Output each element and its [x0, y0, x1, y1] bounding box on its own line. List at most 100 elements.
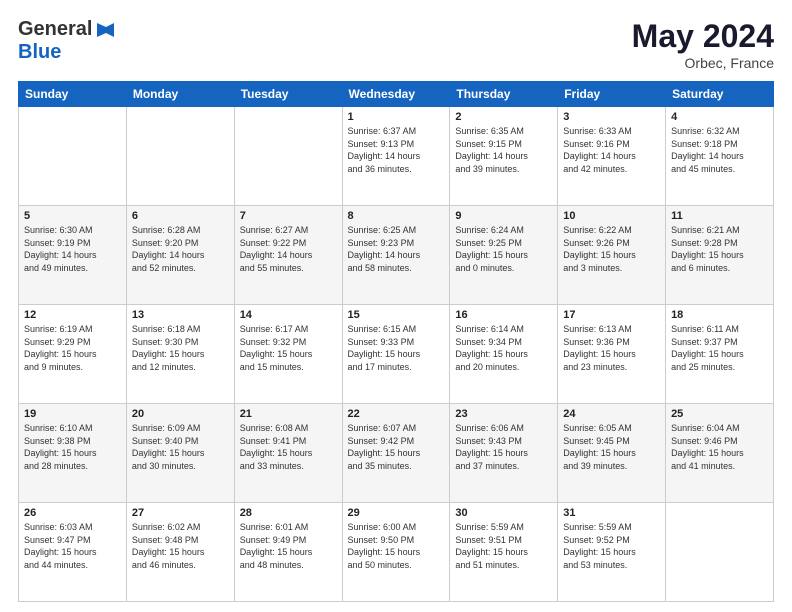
day-number: 26 — [24, 507, 121, 519]
day-number: 10 — [563, 210, 660, 222]
day-detail: Sunrise: 6:33 AM Sunset: 9:16 PM Dayligh… — [563, 125, 660, 175]
title-block: May 2024 Orbec, France — [632, 18, 774, 71]
day-number: 17 — [563, 309, 660, 321]
day-number: 6 — [132, 210, 229, 222]
day-detail: Sunrise: 6:05 AM Sunset: 9:45 PM Dayligh… — [563, 422, 660, 472]
logo: General Blue — [18, 18, 116, 64]
day-detail: Sunrise: 6:28 AM Sunset: 9:20 PM Dayligh… — [132, 224, 229, 274]
day-number: 3 — [563, 111, 660, 123]
day-detail: Sunrise: 6:35 AM Sunset: 9:15 PM Dayligh… — [455, 125, 552, 175]
day-number: 4 — [671, 111, 768, 123]
calendar-cell: 22 Sunrise: 6:07 AM Sunset: 9:42 PM Dayli… — [342, 404, 450, 503]
calendar-cell: 20Sunrise: 6:09 AM Sunset: 9:40 PM Dayli… — [126, 404, 234, 503]
calendar-cell: 14Sunrise: 6:17 AM Sunset: 9:32 PM Dayli… — [234, 305, 342, 404]
day-number: 7 — [240, 210, 337, 222]
col-monday: Monday — [126, 82, 234, 107]
day-number: 12 — [24, 309, 121, 321]
day-detail: Sunrise: 6:10 AM Sunset: 9:38 PM Dayligh… — [24, 422, 121, 472]
day-number: 5 — [24, 210, 121, 222]
calendar-cell: 21 Sunrise: 6:08 AM Sunset: 9:41 PM Dayli… — [234, 404, 342, 503]
day-detail: Sunrise: 6:19 AM Sunset: 9:29 PM Dayligh… — [24, 323, 121, 373]
calendar-cell: 31 Sunrise: 5:59 AM Sunset: 9:52 PM Dayli… — [558, 503, 666, 602]
day-number: 11 — [671, 210, 768, 222]
week-row-2: 5 Sunrise: 6:30 AM Sunset: 9:19 PM Daylig… — [19, 206, 774, 305]
calendar-header-row: Sunday Monday Tuesday Wednesday Thursday… — [19, 82, 774, 107]
logo-flag-icon — [94, 19, 116, 41]
day-number: 15 — [348, 309, 445, 321]
calendar-cell: 1Sunrise: 6:37 AM Sunset: 9:13 PM Daylig… — [342, 107, 450, 206]
calendar-cell: 16Sunrise: 6:14 AM Sunset: 9:34 PM Dayli… — [450, 305, 558, 404]
day-detail: Sunrise: 6:07 AM Sunset: 9:42 PM Dayligh… — [348, 422, 445, 472]
day-number: 29 — [348, 507, 445, 519]
calendar-cell: 2 Sunrise: 6:35 AM Sunset: 9:15 PM Daylig… — [450, 107, 558, 206]
day-detail: Sunrise: 6:37 AM Sunset: 9:13 PM Dayligh… — [348, 125, 445, 175]
day-number: 22 — [348, 408, 445, 420]
day-detail: Sunrise: 6:24 AM Sunset: 9:25 PM Dayligh… — [455, 224, 552, 274]
calendar-cell: 18Sunrise: 6:11 AM Sunset: 9:37 PM Dayli… — [666, 305, 774, 404]
day-detail: Sunrise: 6:00 AM Sunset: 9:50 PM Dayligh… — [348, 521, 445, 571]
calendar-cell: 19 Sunrise: 6:10 AM Sunset: 9:38 PM Dayli… — [19, 404, 127, 503]
calendar-cell: 30 Sunrise: 5:59 AM Sunset: 9:51 PM Dayli… — [450, 503, 558, 602]
day-detail: Sunrise: 6:08 AM Sunset: 9:41 PM Dayligh… — [240, 422, 337, 472]
day-detail: Sunrise: 6:21 AM Sunset: 9:28 PM Dayligh… — [671, 224, 768, 274]
day-detail: Sunrise: 6:04 AM Sunset: 9:46 PM Dayligh… — [671, 422, 768, 472]
day-number: 25 — [671, 408, 768, 420]
calendar-cell: 27 Sunrise: 6:02 AM Sunset: 9:48 PM Dayli… — [126, 503, 234, 602]
week-row-4: 19 Sunrise: 6:10 AM Sunset: 9:38 PM Dayli… — [19, 404, 774, 503]
day-detail: Sunrise: 6:01 AM Sunset: 9:49 PM Dayligh… — [240, 521, 337, 571]
calendar-cell: 12 Sunrise: 6:19 AM Sunset: 9:29 PM Dayli… — [19, 305, 127, 404]
calendar-cell: 8Sunrise: 6:25 AM Sunset: 9:23 PM Daylig… — [342, 206, 450, 305]
calendar-cell: 9Sunrise: 6:24 AM Sunset: 9:25 PM Daylig… — [450, 206, 558, 305]
week-row-5: 26Sunrise: 6:03 AM Sunset: 9:47 PM Dayli… — [19, 503, 774, 602]
calendar-cell: 28 Sunrise: 6:01 AM Sunset: 9:49 PM Dayli… — [234, 503, 342, 602]
day-detail: Sunrise: 6:02 AM Sunset: 9:48 PM Dayligh… — [132, 521, 229, 571]
day-number: 18 — [671, 309, 768, 321]
day-number: 28 — [240, 507, 337, 519]
calendar-cell: 13Sunrise: 6:18 AM Sunset: 9:30 PM Dayli… — [126, 305, 234, 404]
calendar-cell: 29 Sunrise: 6:00 AM Sunset: 9:50 PM Dayli… — [342, 503, 450, 602]
week-row-3: 12 Sunrise: 6:19 AM Sunset: 9:29 PM Dayli… — [19, 305, 774, 404]
day-detail: Sunrise: 6:14 AM Sunset: 9:34 PM Dayligh… — [455, 323, 552, 373]
calendar-cell: 26Sunrise: 6:03 AM Sunset: 9:47 PM Dayli… — [19, 503, 127, 602]
day-number: 19 — [24, 408, 121, 420]
calendar-cell: 10 Sunrise: 6:22 AM Sunset: 9:26 PM Dayli… — [558, 206, 666, 305]
col-wednesday: Wednesday — [342, 82, 450, 107]
day-number: 30 — [455, 507, 552, 519]
col-sunday: Sunday — [19, 82, 127, 107]
day-number: 24 — [563, 408, 660, 420]
day-detail: Sunrise: 6:17 AM Sunset: 9:32 PM Dayligh… — [240, 323, 337, 373]
calendar-cell — [126, 107, 234, 206]
day-detail: Sunrise: 6:30 AM Sunset: 9:19 PM Dayligh… — [24, 224, 121, 274]
page: General Blue May 2024 Orbec, France Sund… — [0, 0, 792, 612]
day-detail: Sunrise: 6:13 AM Sunset: 9:36 PM Dayligh… — [563, 323, 660, 373]
calendar-cell: 11 Sunrise: 6:21 AM Sunset: 9:28 PM Dayli… — [666, 206, 774, 305]
calendar-cell: 5 Sunrise: 6:30 AM Sunset: 9:19 PM Daylig… — [19, 206, 127, 305]
col-tuesday: Tuesday — [234, 82, 342, 107]
col-saturday: Saturday — [666, 82, 774, 107]
day-detail: Sunrise: 6:32 AM Sunset: 9:18 PM Dayligh… — [671, 125, 768, 175]
day-number: 2 — [455, 111, 552, 123]
calendar-cell: 7Sunrise: 6:27 AM Sunset: 9:22 PM Daylig… — [234, 206, 342, 305]
logo-text: General — [18, 18, 116, 41]
day-number: 21 — [240, 408, 337, 420]
day-number: 20 — [132, 408, 229, 420]
calendar-cell: 4 Sunrise: 6:32 AM Sunset: 9:18 PM Daylig… — [666, 107, 774, 206]
month-title: May 2024 — [632, 18, 774, 55]
day-number: 23 — [455, 408, 552, 420]
calendar-cell — [234, 107, 342, 206]
week-row-1: 1Sunrise: 6:37 AM Sunset: 9:13 PM Daylig… — [19, 107, 774, 206]
day-number: 8 — [348, 210, 445, 222]
day-number: 27 — [132, 507, 229, 519]
day-detail: Sunrise: 5:59 AM Sunset: 9:52 PM Dayligh… — [563, 521, 660, 571]
logo-general-text: General — [18, 18, 92, 41]
day-detail: Sunrise: 5:59 AM Sunset: 9:51 PM Dayligh… — [455, 521, 552, 571]
day-number: 13 — [132, 309, 229, 321]
day-detail: Sunrise: 6:22 AM Sunset: 9:26 PM Dayligh… — [563, 224, 660, 274]
col-thursday: Thursday — [450, 82, 558, 107]
calendar-table: Sunday Monday Tuesday Wednesday Thursday… — [18, 81, 774, 602]
calendar-cell: 6 Sunrise: 6:28 AM Sunset: 9:20 PM Daylig… — [126, 206, 234, 305]
day-detail: Sunrise: 6:06 AM Sunset: 9:43 PM Dayligh… — [455, 422, 552, 472]
calendar-cell: 17 Sunrise: 6:13 AM Sunset: 9:36 PM Dayli… — [558, 305, 666, 404]
logo-blue-text: Blue — [18, 41, 61, 64]
day-number: 31 — [563, 507, 660, 519]
